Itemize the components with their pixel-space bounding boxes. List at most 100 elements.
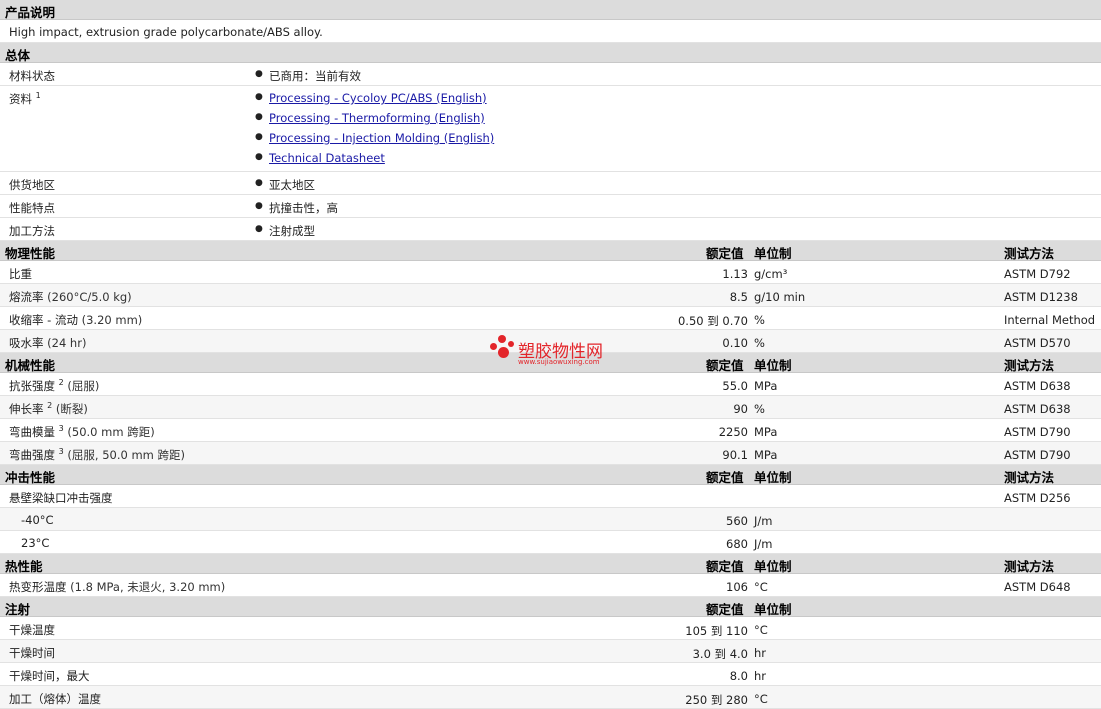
column-header-value: 额定值: [706, 358, 744, 373]
section-title: 总体: [5, 48, 31, 63]
property-name: 弯曲强度: [9, 448, 55, 462]
property-condition: (50.0 mm 跨距): [67, 425, 155, 439]
property-label: 弯曲模量 3 (50.0 mm 跨距): [9, 424, 155, 440]
property-value: 8.5: [729, 290, 748, 304]
property-value: 2250: [718, 425, 748, 439]
property-label: 热变形温度 (1.8 MPa, 未退火, 3.20 mm): [9, 579, 225, 595]
property-label: 熔流率 (260°C/5.0 kg): [9, 289, 132, 305]
column-header-method: 测试方法: [1004, 358, 1055, 373]
property-unit: %: [754, 313, 765, 327]
property-unit: %: [754, 402, 765, 416]
column-header-method: 测试方法: [1004, 246, 1055, 261]
watermark-dots-icon: [488, 334, 516, 362]
general-label: 资料 1: [9, 91, 41, 107]
section-title: 机械性能: [5, 358, 56, 373]
property-label: 悬壁梁缺口冲击强度: [9, 490, 113, 506]
property-name: 干燥时间: [9, 646, 55, 660]
property-unit: MPa: [754, 379, 778, 393]
general-value-item: 亚太地区: [255, 177, 315, 197]
general-label: 供货地区: [9, 177, 55, 193]
property-value: 1.13: [722, 267, 748, 281]
property-row: 23°C 680 J/m: [0, 531, 1101, 554]
property-value: 90: [733, 402, 748, 416]
property-condition: (屈服): [67, 379, 100, 393]
property-name: -40°C: [21, 513, 54, 527]
document-link[interactable]: Processing - Cycoloy PC/ABS (English): [269, 91, 487, 105]
section-title: 热性能: [5, 559, 43, 574]
general-label-text: 性能特点: [9, 201, 55, 215]
document-link[interactable]: Processing - Injection Molding (English): [269, 131, 494, 145]
property-name: 收缩率 - 流动: [9, 313, 78, 327]
property-test-method: ASTM D256: [1004, 491, 1071, 505]
property-unit: MPa: [754, 448, 778, 462]
footnote-marker: 2: [47, 401, 53, 411]
property-value: 0.10: [722, 336, 748, 350]
property-label: -40°C: [21, 513, 54, 527]
section-header: 热性能 额定值 单位制 测试方法: [0, 554, 1101, 574]
general-value-item: 注射成型: [255, 223, 315, 243]
general-row: 供货地区 亚太地区: [0, 172, 1101, 195]
property-label: 干燥时间: [9, 645, 55, 661]
property-unit: %: [754, 336, 765, 350]
section-header: 注射 额定值 单位制: [0, 597, 1101, 617]
property-test-method: ASTM D792: [1004, 267, 1071, 281]
property-condition: (1.8 MPa, 未退火, 3.20 mm): [70, 580, 226, 594]
property-row: 热变形温度 (1.8 MPa, 未退火, 3.20 mm) 106 °C ASTM D…: [0, 574, 1101, 597]
property-row: 加工（熔体）温度 250 到 280 °C: [0, 686, 1101, 709]
footnote-marker: 2: [58, 378, 64, 388]
property-label: 比重: [9, 266, 32, 282]
general-value-item: Processing - Injection Molding (English): [255, 131, 494, 151]
property-label: 干燥时间，最大: [9, 668, 90, 684]
property-unit: °C: [754, 623, 768, 637]
property-unit: J/m: [754, 537, 773, 551]
property-row: 悬壁梁缺口冲击强度 ASTM D256: [0, 485, 1101, 508]
property-name: 抗张强度: [9, 379, 55, 393]
watermark-url: www.sujiaowuxing.com: [518, 358, 600, 366]
property-test-method: ASTM D790: [1004, 448, 1071, 462]
property-sections: 物理性能 额定值 单位制 测试方法 比重 1.13 g/cm³ ASTM D792 熔流率 (2…: [0, 241, 1101, 709]
property-condition: (3.20 mm): [81, 313, 143, 327]
property-row: 弯曲强度 3 (屈服, 50.0 mm 跨距) 90.1 MPa ASTM D790: [0, 442, 1101, 465]
property-value: 680: [726, 537, 748, 551]
general-value-item: 已商用：当前有效: [255, 68, 361, 88]
general-label-text: 供货地区: [9, 178, 55, 192]
property-label: 伸长率 2 (断裂): [9, 401, 88, 417]
property-condition: (24 hr): [47, 336, 87, 350]
general-value-item: 抗撞击性，高: [255, 200, 338, 220]
property-name: 弯曲模量: [9, 425, 55, 439]
section-title: 冲击性能: [5, 470, 56, 485]
general-value-list: 注射成型: [255, 223, 315, 243]
property-unit: hr: [754, 646, 767, 660]
property-name: 加工（熔体）温度: [9, 692, 101, 706]
property-row: 干燥时间，最大 8.0 hr: [0, 663, 1101, 686]
general-label: 加工方法: [9, 223, 55, 239]
property-name: 吸水率: [9, 336, 44, 350]
property-value: 55.0: [722, 379, 748, 393]
document-link[interactable]: Processing - Thermoforming (English): [269, 111, 485, 125]
general-value-item: Processing - Thermoforming (English): [255, 111, 494, 131]
document-link[interactable]: Technical Datasheet: [269, 151, 385, 165]
column-header-unit: 单位制: [754, 559, 792, 574]
section-title: 产品说明: [5, 5, 56, 20]
footnote-marker: 3: [58, 447, 64, 457]
general-label-text: 加工方法: [9, 224, 55, 238]
property-value: 0.50 到 0.70: [677, 314, 748, 328]
general-label-text: 资料: [9, 92, 32, 106]
property-value: 106: [726, 580, 748, 594]
section-title: 物理性能: [5, 246, 56, 261]
property-unit: g/10 min: [754, 290, 806, 304]
property-name: 干燥温度: [9, 623, 55, 637]
property-name: 熔流率: [9, 290, 44, 304]
column-header-value: 额定值: [706, 470, 744, 485]
property-name: 热变形温度: [9, 580, 67, 594]
general-label: 材料状态: [9, 68, 55, 84]
property-test-method: ASTM D638: [1004, 402, 1071, 416]
watermark-logo: 塑胶物性网 www.sujiaowuxing.com: [488, 334, 618, 370]
general-value-list: 亚太地区: [255, 177, 315, 197]
property-value: 250 到 280: [685, 693, 748, 707]
column-header-value: 额定值: [706, 602, 744, 617]
property-row: 收缩率 - 流动 (3.20 mm) 0.50 到 0.70% Internal M…: [0, 307, 1101, 330]
general-row: 资料 1 Processing - Cycoloy PC/ABS (English…: [0, 86, 1101, 172]
property-condition: (断裂): [55, 402, 88, 416]
property-test-method: ASTM D1238: [1004, 290, 1078, 304]
